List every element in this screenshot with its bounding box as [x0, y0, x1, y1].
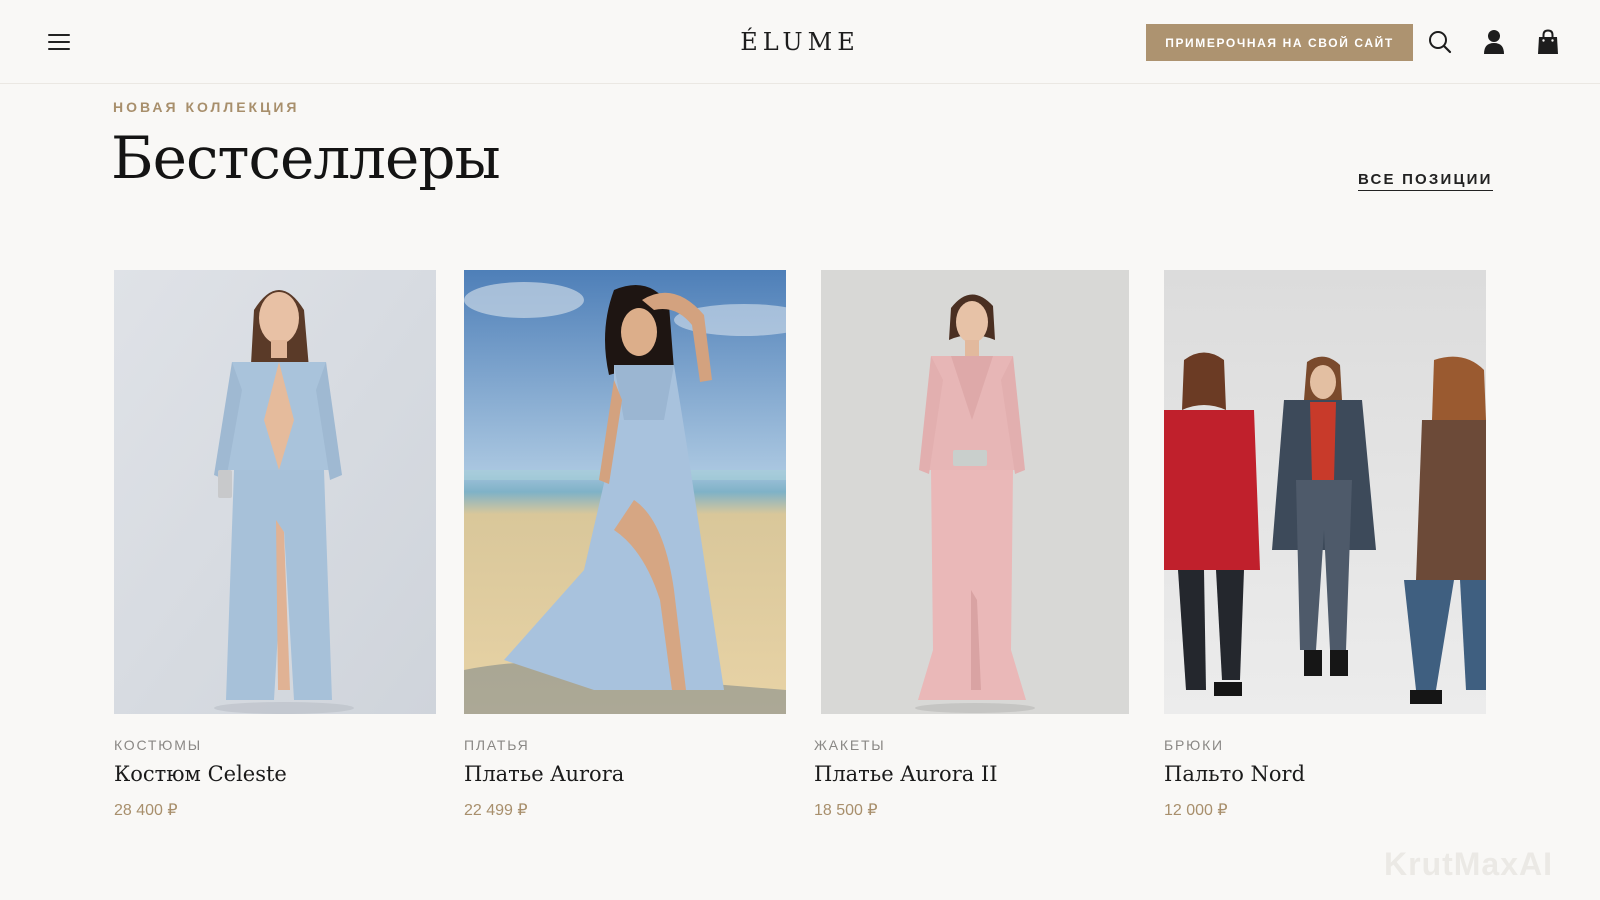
- product-image-suit[interactable]: [114, 270, 436, 714]
- product-name[interactable]: Костюм Celeste: [114, 762, 287, 786]
- view-all-link[interactable]: ВСЕ ПОЗИЦИИ: [1358, 171, 1493, 191]
- shopping-bag-icon[interactable]: [1532, 26, 1564, 58]
- product-category: ЖАКЕТЫ: [814, 737, 886, 753]
- product-price: 18 500 ₽: [814, 802, 878, 819]
- product-image-beach-dress[interactable]: [464, 270, 786, 714]
- watermark: KrutMaxAI: [1384, 846, 1554, 882]
- page-title: Бестселлеры: [111, 124, 501, 192]
- product-category: КОСТЮМЫ: [114, 737, 202, 753]
- site-header: ÉLUME ПРИМЕРОЧНАЯ НА СВОЙ САЙТ: [0, 0, 1600, 84]
- user-icon[interactable]: [1478, 26, 1510, 58]
- menu-icon[interactable]: [46, 30, 72, 54]
- product-price: 22 499 ₽: [464, 802, 528, 819]
- search-icon[interactable]: [1424, 26, 1456, 58]
- section-eyebrow: НОВАЯ КОЛЛЕКЦИЯ: [113, 99, 300, 115]
- brand-logo[interactable]: ÉLUME: [700, 28, 900, 56]
- product-name[interactable]: Пальто Nord: [1164, 762, 1305, 786]
- product-category: ПЛАТЬЯ: [464, 737, 530, 753]
- product-category: БРЮКИ: [1164, 737, 1224, 753]
- product-price: 28 400 ₽: [114, 802, 178, 819]
- fitting-room-button[interactable]: ПРИМЕРОЧНАЯ НА СВОЙ САЙТ: [1146, 24, 1413, 61]
- product-price: 12 000 ₽: [1164, 802, 1228, 819]
- product-name[interactable]: Платье Aurora II: [814, 762, 998, 786]
- product-name[interactable]: Платье Aurora: [464, 762, 624, 786]
- product-image-pink-dress[interactable]: [821, 270, 1129, 714]
- product-image-coats[interactable]: [1164, 270, 1486, 714]
